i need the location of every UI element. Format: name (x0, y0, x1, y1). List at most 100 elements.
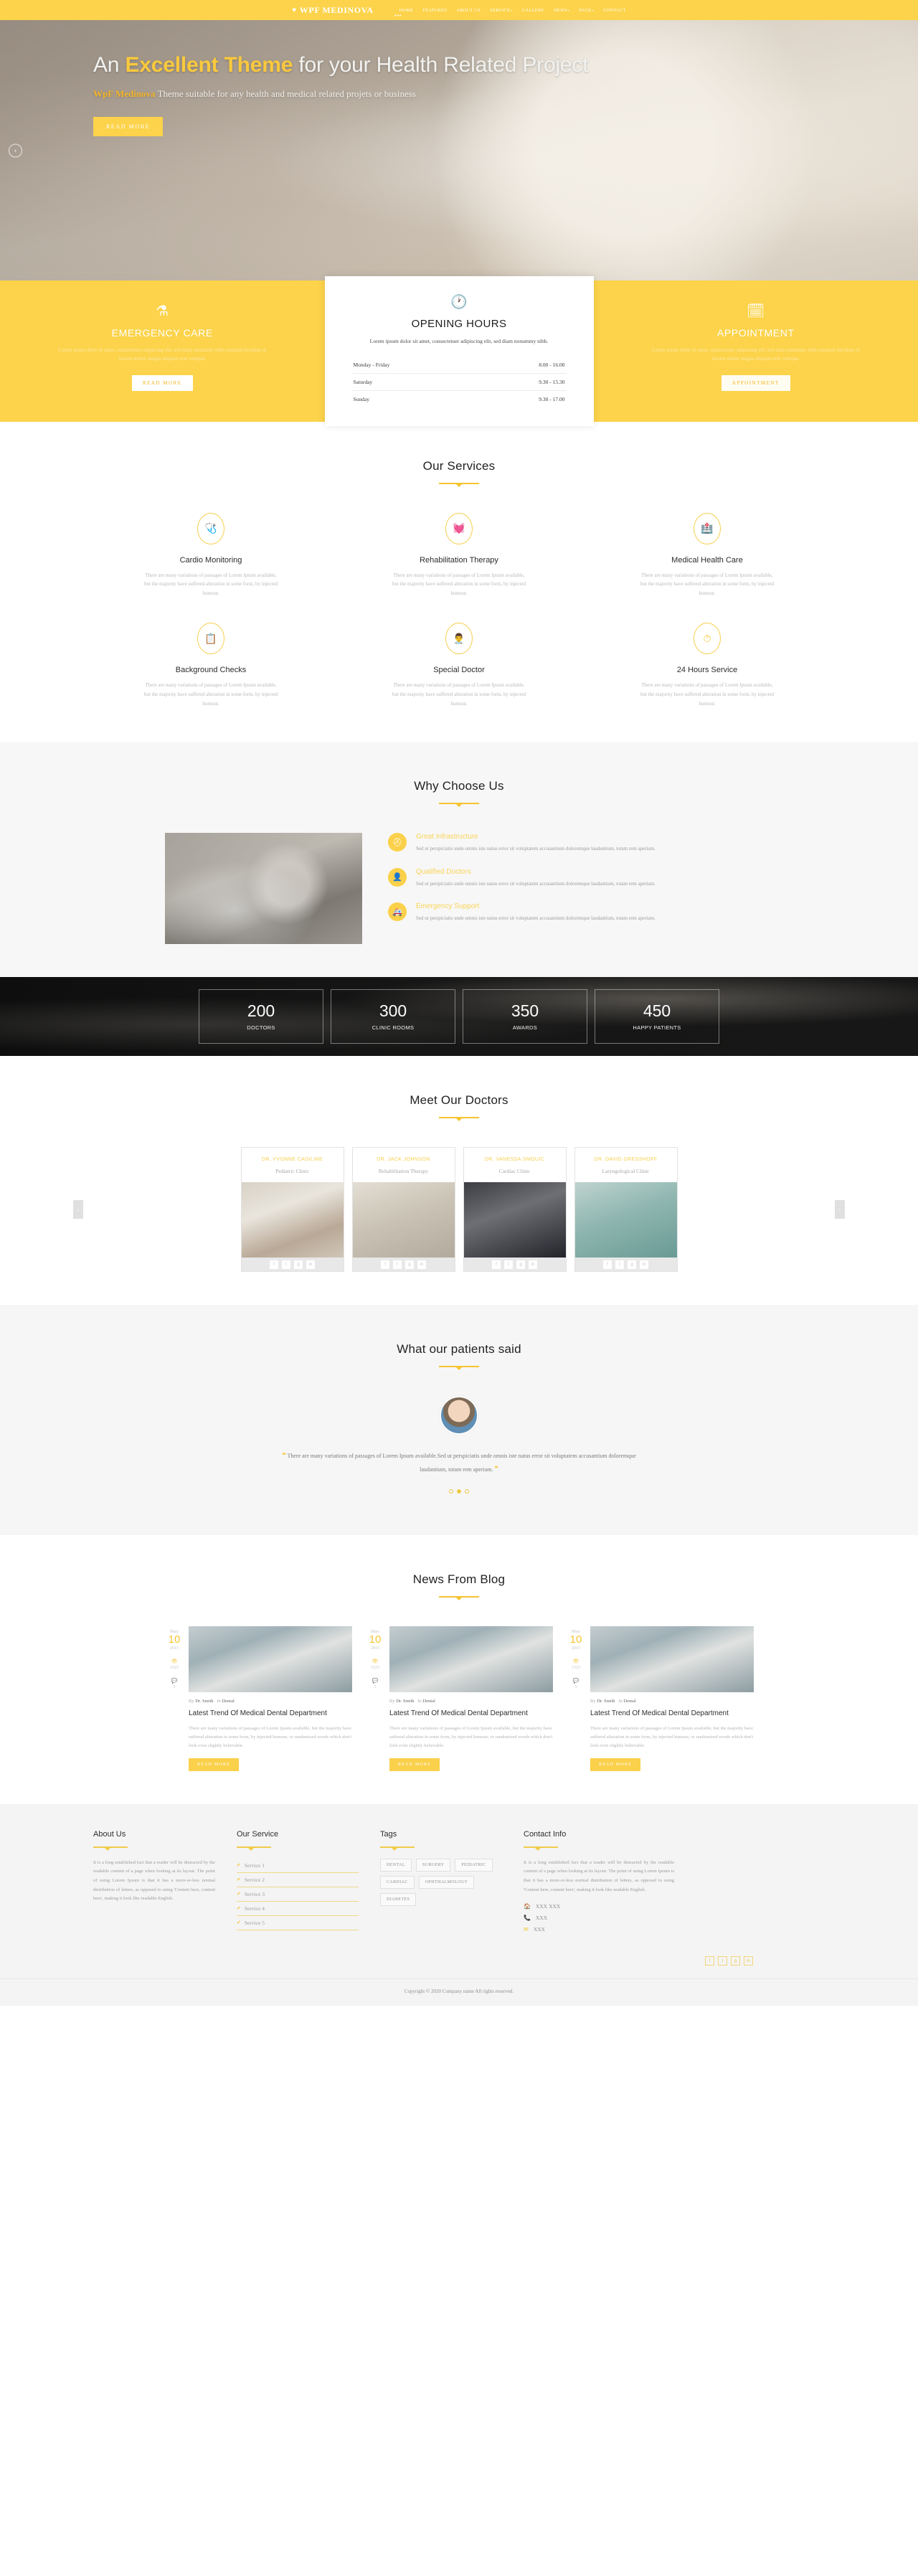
twitter-icon[interactable]: t (282, 1260, 290, 1269)
facebook-icon[interactable]: f (270, 1260, 278, 1269)
nav-item-about-us[interactable]: ABOUT US (456, 8, 481, 13)
twitter-icon[interactable]: t (504, 1260, 513, 1269)
tag-item[interactable]: DENTAL (380, 1858, 412, 1872)
linkedin-icon[interactable]: in (640, 1260, 648, 1269)
testimonial-dot-active[interactable] (457, 1489, 461, 1494)
nav-item-news[interactable]: NEWS▾ (554, 8, 570, 13)
doctors-next-arrow[interactable]: › (835, 1200, 845, 1219)
footer-divider (524, 1846, 558, 1851)
blog-post-card[interactable]: May 10 2015 👁 1523 💬 5 By Dr. Smith In D… (566, 1626, 754, 1771)
linkedin-icon[interactable]: in (417, 1260, 426, 1269)
opening-hours-text: Lorem ipsum dolor sit amet, consectetuer… (369, 338, 549, 344)
hours-day: Monday - Friday (353, 361, 390, 368)
footer-service-title: Our Service (237, 1829, 279, 1839)
service-text: There are many variations of passages of… (392, 572, 526, 597)
service-card[interactable]: 🩺 Cardio Monitoring There are many varia… (93, 512, 328, 599)
blog-read-more-button[interactable]: READ MORE (389, 1758, 440, 1771)
facebook-icon[interactable]: f (603, 1260, 612, 1269)
why-item-title: Qualified Doctors (416, 867, 471, 876)
footer-service-link[interactable]: ✔ Service 4 (237, 1902, 359, 1916)
tag-item[interactable]: DIABETES (380, 1892, 417, 1906)
blog-post-card[interactable]: May 10 2015 👁 1523 💬 5 By Dr. Smith In D… (164, 1626, 352, 1771)
check-icon: ✔ (237, 1905, 241, 1912)
twitter-icon[interactable]: t (718, 1956, 727, 1966)
service-card[interactable]: 👨‍⚕ Special Doctor There are many variat… (341, 623, 577, 709)
why-item-text: Sed ut perspiciatis unde omnis iste natu… (416, 880, 656, 887)
doctor-card[interactable]: DR. YVONNE CADILINE Pediatric Clinic f t… (240, 1147, 344, 1273)
blog-post-image (189, 1626, 352, 1693)
tag-item[interactable]: PEDIATRIC (455, 1858, 493, 1872)
tag-item[interactable]: SURGERY (415, 1858, 451, 1872)
blog-read-more-button[interactable]: READ MORE (590, 1758, 640, 1771)
testimonial-dot[interactable] (465, 1489, 469, 1494)
nav-item-page[interactable]: PAGE▾ (579, 8, 595, 13)
google-plus-icon[interactable]: g (294, 1260, 303, 1269)
doctor-card[interactable]: DR. VANESSA SMOUIC Cardiac Clinic f t g … (463, 1147, 567, 1273)
why-item: 👤 Qualified Doctors Sed ut perspiciatis … (388, 867, 782, 889)
twitter-icon[interactable]: t (615, 1260, 624, 1269)
counters-section: 200 DOCTORS 300 CLINIC ROOMS 350 AWARDS … (0, 977, 918, 1057)
testimonial-dot[interactable] (449, 1489, 453, 1494)
clock-24-icon: ⏱ (694, 623, 721, 655)
blog-comments: 💬 5 (566, 1678, 586, 1689)
service-title: 24 Hours Service (676, 666, 738, 675)
doctor-specialty: Pediatric Clinic (275, 1168, 309, 1175)
section-divider (439, 803, 479, 805)
footer-service-link[interactable]: ✔ Service 1 (237, 1859, 359, 1873)
nav-item-home[interactable]: HOME (399, 8, 414, 13)
twitter-icon[interactable]: t (393, 1260, 402, 1269)
tag-item[interactable]: CARDIAC (380, 1875, 415, 1889)
hours-row: Monday - Friday 8.00 - 16.00 (351, 357, 567, 374)
doctor-card[interactable]: DR. JACK JOHNSON Rehabilitation Therapy … (351, 1147, 455, 1273)
appointment-title: APPOINTMENT (716, 327, 795, 339)
doctors-prev-arrow[interactable]: ‹ (73, 1200, 83, 1219)
facebook-icon[interactable]: f (492, 1260, 501, 1269)
section-divider (439, 482, 479, 484)
hero-read-more-button[interactable]: READ MORE (93, 117, 164, 137)
nav-item-contact[interactable]: CONTACT (603, 8, 626, 13)
nav-more-dots[interactable]: ••• (394, 14, 402, 19)
counter-awards: 350 AWARDS (463, 989, 587, 1044)
doctor-social-links: f t g in (241, 1258, 344, 1272)
eye-icon: 👁 (372, 1658, 379, 1664)
comment-icon: 💬 (171, 1677, 178, 1684)
blog-comments: 💬 5 (365, 1678, 385, 1689)
google-plus-icon[interactable]: g (628, 1260, 636, 1269)
google-plus-icon[interactable]: g (731, 1956, 740, 1966)
linkedin-icon[interactable]: in (744, 1956, 753, 1966)
google-plus-icon[interactable]: g (405, 1260, 414, 1269)
linkedin-icon[interactable]: in (306, 1260, 315, 1269)
facebook-icon[interactable]: f (705, 1956, 714, 1966)
appointment-button[interactable]: APPOINTMENT (721, 374, 790, 391)
hospital-icon: 🏥 (694, 512, 721, 544)
blog-post-title[interactable]: Latest Trend Of Medical Dental Departmen… (590, 1709, 754, 1719)
blog-read-more-button[interactable]: READ MORE (189, 1758, 239, 1771)
service-card[interactable]: 📋 Background Checks There are many varia… (93, 623, 328, 709)
footer-service-link[interactable]: ✔ Service 2 (237, 1873, 359, 1887)
blog-post-image (389, 1626, 553, 1693)
opening-hours-title: OPENING HOURS (411, 318, 507, 330)
site-logo[interactable]: ♥ WPF MEDINOVA (292, 5, 373, 16)
google-plus-icon[interactable]: g (516, 1260, 525, 1269)
footer-service-link[interactable]: ✔ Service 3 (237, 1887, 359, 1902)
blog-post-card[interactable]: May 10 2015 👁 1523 💬 5 By Dr. Smith In D… (365, 1626, 553, 1771)
service-card[interactable]: ⏱ 24 Hours Service There are many variat… (590, 623, 825, 709)
footer-service-link[interactable]: ✔ Service 5 (237, 1916, 359, 1930)
hero-prev-arrow[interactable]: ‹ (9, 143, 22, 157)
nav-item-service[interactable]: SERVICE▾ (490, 8, 513, 13)
hours-time: 9.30 - 17.00 (539, 395, 565, 402)
facebook-icon[interactable]: f (381, 1260, 389, 1269)
info-strip: ⚗ EMERGENCY CARE Lorem ipsum dolor sit a… (0, 276, 918, 426)
tag-item[interactable]: OPHTHALMOLOGY (418, 1875, 475, 1889)
doctor-card[interactable]: DR. DAVID GRESSHOFF Laryngological Clini… (574, 1147, 678, 1273)
service-card[interactable]: 🏥 Medical Health Care There are many var… (590, 512, 825, 599)
emergency-care-text: Lorem ipsum dolor sit amet, consectetuer… (58, 347, 267, 362)
linkedin-icon[interactable]: in (529, 1260, 537, 1269)
blog-post-title[interactable]: Latest Trend Of Medical Dental Departmen… (389, 1709, 553, 1719)
service-card[interactable]: 💓 Rehabilitation Therapy There are many … (341, 512, 577, 599)
clipboard-check-icon: 📋 (197, 623, 224, 655)
blog-post-title[interactable]: Latest Trend Of Medical Dental Departmen… (189, 1709, 352, 1719)
nav-item-features[interactable]: FEATURES (423, 8, 448, 13)
nav-item-gallery[interactable]: GALLERY (522, 8, 544, 13)
emergency-read-more-button[interactable]: READ MORE (131, 374, 193, 391)
